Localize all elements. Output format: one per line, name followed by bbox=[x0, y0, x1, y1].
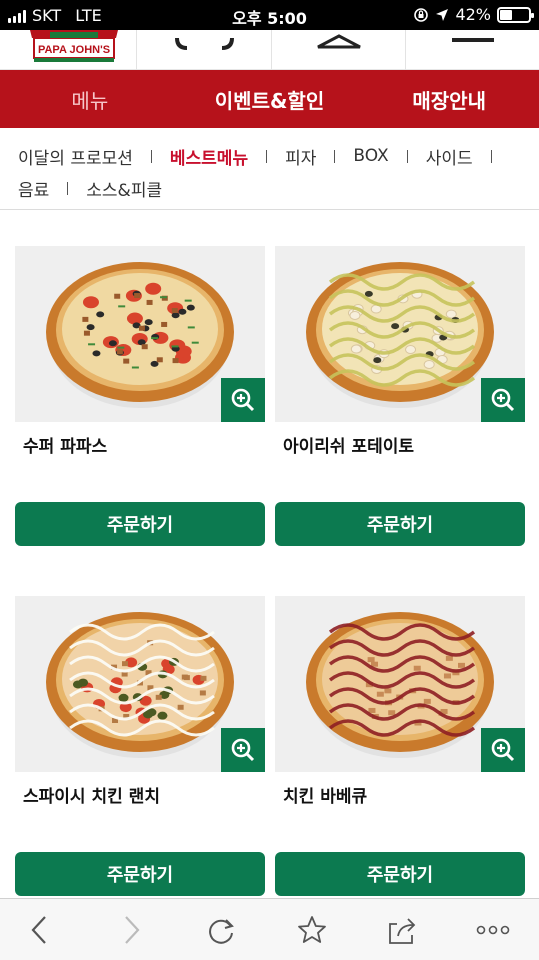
order-button[interactable]: 주문하기 bbox=[15, 852, 265, 896]
category-pizza[interactable]: 피자 bbox=[285, 144, 316, 169]
product-name: 수퍼 파파스 bbox=[23, 437, 108, 457]
battery-percent: 42% bbox=[455, 5, 491, 24]
share-button[interactable] bbox=[385, 913, 419, 947]
category-divider bbox=[490, 149, 492, 163]
location-icon bbox=[175, 37, 234, 50]
orientation-lock-icon bbox=[414, 7, 429, 22]
bookmark-icon bbox=[298, 916, 326, 943]
nav-menu[interactable]: 메뉴 bbox=[0, 70, 180, 128]
product-card: 치킨 바베큐 bbox=[275, 596, 525, 842]
zoom-button[interactable] bbox=[481, 378, 525, 422]
category-best-menu[interactable]: 베스트메뉴 bbox=[170, 144, 248, 169]
category-menu: 이달의 프로모션 베스트메뉴 피자 BOX 사이드 음료 소스&피클 bbox=[0, 128, 539, 210]
product-name: 스파이시 치킨 랜치 bbox=[23, 787, 160, 807]
zoom-in-icon bbox=[231, 738, 255, 762]
location-arrow-icon bbox=[436, 8, 449, 21]
more-icon bbox=[476, 925, 510, 935]
header-hanger-cell[interactable] bbox=[271, 30, 405, 70]
pizza-image bbox=[46, 262, 234, 408]
nav-stores[interactable]: 매장안내 bbox=[359, 70, 539, 128]
category-sauce-pickle[interactable]: 소스&피클 bbox=[86, 176, 162, 201]
status-bar: SKT LTE 오후 5:00 42% bbox=[0, 0, 539, 30]
main-nav: 메뉴 이벤트&할인 매장안내 bbox=[0, 70, 539, 128]
back-icon bbox=[31, 916, 46, 944]
top-header: PAPA JOHN'S bbox=[0, 30, 539, 70]
product-image[interactable] bbox=[15, 246, 265, 422]
reload-icon bbox=[209, 919, 234, 944]
reload-button[interactable] bbox=[205, 913, 239, 947]
papa-johns-logo[interactable]: PAPA JOHN'S bbox=[20, 30, 128, 68]
hanger-icon bbox=[317, 34, 361, 49]
product-card: 스파이시 치킨 랜치 bbox=[15, 596, 265, 842]
forward-icon bbox=[125, 916, 140, 944]
browser-toolbar bbox=[0, 898, 539, 960]
order-button[interactable]: 주문하기 bbox=[275, 852, 525, 896]
category-divider bbox=[67, 181, 69, 195]
category-side[interactable]: 사이드 bbox=[426, 144, 473, 169]
category-box[interactable]: BOX bbox=[353, 146, 388, 166]
category-divider bbox=[150, 149, 152, 163]
more-button[interactable] bbox=[476, 913, 510, 947]
share-icon bbox=[389, 918, 416, 944]
category-divider bbox=[406, 149, 408, 163]
order-button[interactable]: 주문하기 bbox=[275, 502, 525, 546]
zoom-in-icon bbox=[491, 738, 515, 762]
back-button[interactable] bbox=[22, 913, 56, 947]
product-card: 수퍼 파파스 bbox=[15, 246, 265, 492]
pizza-image bbox=[46, 612, 234, 758]
category-promotion[interactable]: 이달의 프로모션 bbox=[18, 144, 133, 169]
category-divider bbox=[266, 149, 268, 163]
product-name: 치킨 바베큐 bbox=[283, 787, 368, 807]
pizza-image bbox=[306, 262, 494, 408]
zoom-button[interactable] bbox=[221, 728, 265, 772]
svg-text:PAPA JOHN'S: PAPA JOHN'S bbox=[38, 44, 110, 56]
category-divider bbox=[334, 149, 336, 163]
pizza-image bbox=[306, 612, 494, 758]
bookmark-button[interactable] bbox=[295, 913, 329, 947]
battery-icon bbox=[497, 6, 534, 23]
nav-events[interactable]: 이벤트&할인 bbox=[180, 70, 360, 128]
forward-button[interactable] bbox=[115, 913, 149, 947]
order-button[interactable]: 주문하기 bbox=[15, 502, 265, 546]
zoom-button[interactable] bbox=[221, 378, 265, 422]
product-card: 아이리쉬 포테이토 bbox=[275, 246, 525, 492]
header-location-cell[interactable] bbox=[136, 30, 271, 70]
zoom-button[interactable] bbox=[481, 728, 525, 772]
header-menu-cell[interactable] bbox=[405, 30, 539, 70]
product-image[interactable] bbox=[275, 246, 525, 422]
category-drinks[interactable]: 음료 bbox=[18, 176, 49, 201]
menu-icon bbox=[452, 38, 494, 42]
product-image[interactable] bbox=[275, 596, 525, 772]
product-name: 아이리쉬 포테이토 bbox=[283, 437, 415, 457]
zoom-in-icon bbox=[491, 388, 515, 412]
zoom-in-icon bbox=[231, 388, 255, 412]
product-image[interactable] bbox=[15, 596, 265, 772]
